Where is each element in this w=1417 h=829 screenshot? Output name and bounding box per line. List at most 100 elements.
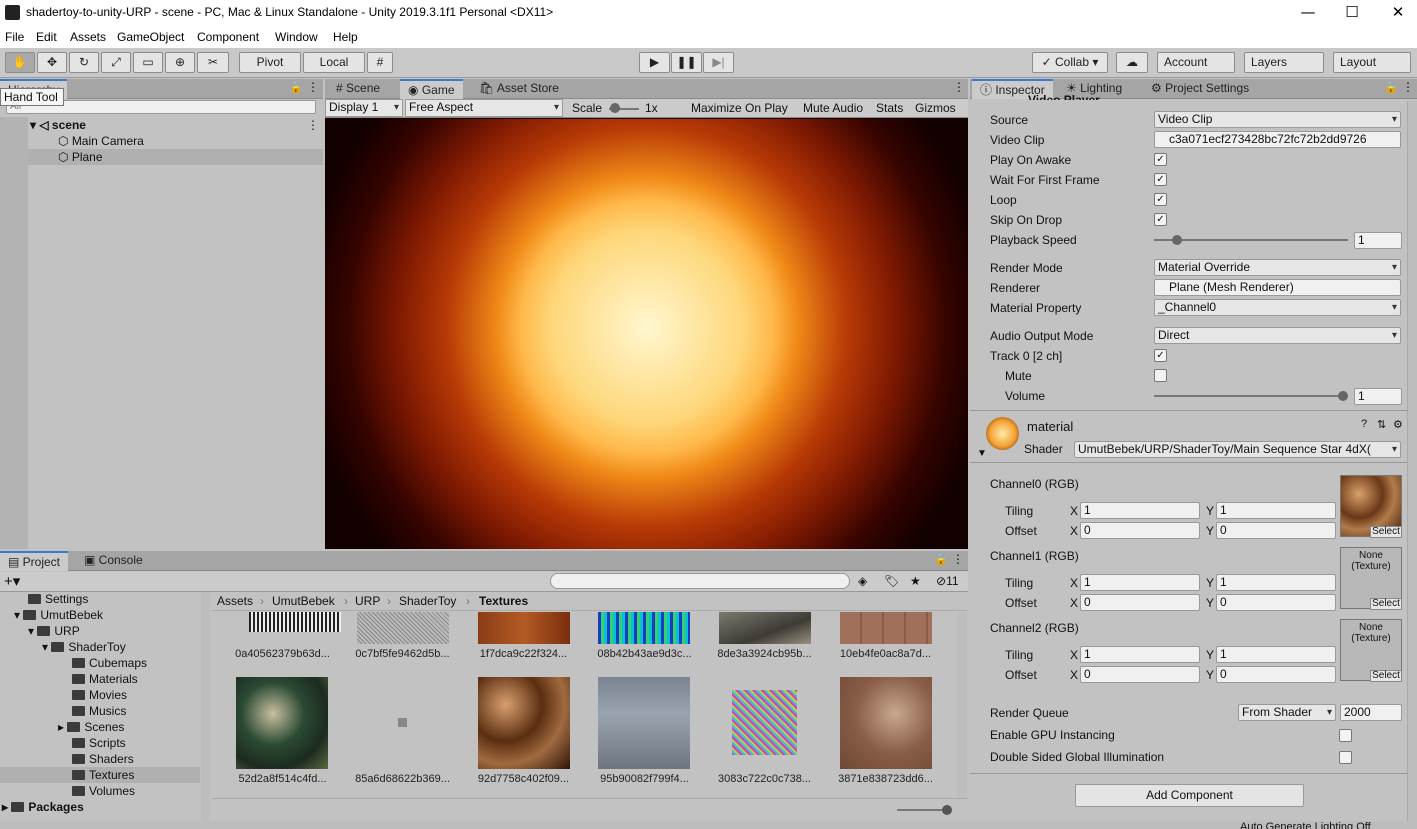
tree-item-movies[interactable]: Movies <box>72 688 127 702</box>
tiling-y-field[interactable]: 1 <box>1216 574 1336 591</box>
offset-y-field[interactable]: 0 <box>1216 594 1336 611</box>
tree-item-shadertoy[interactable]: ▾ ShaderToy <box>42 640 126 654</box>
filter-type-icon[interactable]: ◈ <box>858 574 867 588</box>
select-texture-button[interactable]: Select <box>1370 598 1402 610</box>
volume-slider[interactable] <box>1154 395 1348 397</box>
menu-edit[interactable]: Edit <box>36 30 57 44</box>
step-button[interactable]: ▶| <box>703 52 734 73</box>
project-search-input[interactable] <box>550 573 850 589</box>
local-toggle[interactable]: Local <box>303 52 365 73</box>
skip-on-drop-checkbox[interactable]: ✓ <box>1154 213 1167 226</box>
aspect-dropdown[interactable]: Free Aspect <box>405 99 563 117</box>
minimize-button[interactable]: — <box>1285 0 1331 26</box>
snap-icon[interactable]: # <box>367 52 393 73</box>
asset-thumbnail[interactable] <box>840 612 932 644</box>
favorites-star-icon[interactable]: ★ <box>910 574 921 588</box>
offset-y-field[interactable]: 0 <box>1216 666 1336 683</box>
menu-gameobject[interactable]: GameObject <box>117 30 184 44</box>
material-property-dropdown[interactable]: _Channel0 <box>1154 299 1401 316</box>
tree-item-musics[interactable]: Musics <box>72 704 126 718</box>
add-component-button[interactable]: Add Component <box>1075 784 1304 807</box>
move-tool-icon[interactable]: ✥ <box>37 52 67 73</box>
tiling-y-field[interactable]: 1 <box>1216 502 1336 519</box>
menu-help[interactable]: Help <box>333 30 358 44</box>
source-dropdown[interactable]: Video Clip <box>1154 111 1401 128</box>
tree-item-settings[interactable]: Settings <box>28 592 88 606</box>
loop-checkbox[interactable]: ✓ <box>1154 193 1167 206</box>
account-dropdown[interactable]: Account <box>1157 52 1235 73</box>
layers-dropdown[interactable]: Layers <box>1244 52 1324 73</box>
fold-icon[interactable]: ▼ <box>977 448 987 459</box>
breadcrumb-urp[interactable]: URP <box>355 594 380 608</box>
shader-dropdown[interactable]: UmutBebek/URP/ShaderToy/Main Sequence St… <box>1074 441 1401 458</box>
tiling-y-field[interactable]: 1 <box>1216 646 1336 663</box>
offset-x-field[interactable]: 0 <box>1080 666 1200 683</box>
asset-thumbnail[interactable] <box>732 690 797 755</box>
offset-x-field[interactable]: 0 <box>1080 522 1200 539</box>
tree-item-scripts[interactable]: Scripts <box>72 736 126 750</box>
asset-thumbnail[interactable] <box>236 677 328 769</box>
pause-button[interactable]: ❚❚ <box>671 52 702 73</box>
tree-item-packages[interactable]: ▸ Packages <box>2 800 84 814</box>
asset-scrollbar[interactable] <box>957 612 967 797</box>
tab-console[interactable]: ▣ Console <box>76 551 151 571</box>
track-checkbox[interactable]: ✓ <box>1154 349 1167 362</box>
menu-component[interactable]: Component <box>197 30 259 44</box>
wait-first-frame-checkbox[interactable]: ✓ <box>1154 173 1167 186</box>
render-queue-dropdown[interactable]: From Shader <box>1238 704 1336 721</box>
asset-thumbnail[interactable] <box>249 612 341 632</box>
close-button[interactable]: ✕ <box>1375 0 1417 26</box>
breadcrumb-textures[interactable]: Textures <box>479 594 528 608</box>
tree-item-shaders[interactable]: Shaders <box>72 752 134 766</box>
inspector-scrollbar[interactable] <box>1407 101 1417 821</box>
rotate-tool-icon[interactable]: ↻ <box>69 52 99 73</box>
render-queue-field[interactable]: 2000 <box>1340 704 1402 721</box>
tree-item-volumes[interactable]: Volumes <box>72 784 135 798</box>
tree-item-urp[interactable]: ▾ URP <box>28 624 80 638</box>
select-texture-button[interactable]: Select <box>1370 526 1402 538</box>
play-button[interactable]: ▶ <box>639 52 670 73</box>
layout-dropdown[interactable]: Layout <box>1333 52 1411 73</box>
menu-assets[interactable]: Assets <box>70 30 106 44</box>
maximize-button[interactable]: ☐ <box>1329 0 1375 26</box>
volume-handle[interactable] <box>1338 391 1348 401</box>
breadcrumb-shadertoy[interactable]: ShaderToy <box>399 594 456 608</box>
audio-output-dropdown[interactable]: Direct <box>1154 327 1401 344</box>
thumbnail-size-handle[interactable] <box>942 805 952 815</box>
gizmos-toggle[interactable]: Gizmos <box>915 101 956 115</box>
tab-scene[interactable]: # Scene <box>328 79 388 99</box>
tab-project[interactable]: ▤ Project <box>0 551 69 571</box>
create-plus-icon[interactable]: +▾ <box>4 572 20 590</box>
tree-item-textures[interactable]: Textures <box>72 768 134 782</box>
asset-thumbnail[interactable] <box>598 677 690 769</box>
lock-icon[interactable]: 🔒 <box>289 81 303 94</box>
tab-game[interactable]: ◉ Game <box>400 79 463 99</box>
breadcrumb-assets[interactable]: Assets <box>217 594 253 608</box>
list-item[interactable]: ⬡ Main Camera <box>58 134 144 148</box>
filter-label-icon[interactable]: 🏷 <box>884 574 899 588</box>
lock-icon[interactable]: 🔒 <box>1384 81 1398 94</box>
maximize-on-play-toggle[interactable]: Maximize On Play <box>691 101 788 115</box>
gear-icon[interactable]: ⚙ <box>1393 418 1403 431</box>
play-on-awake-checkbox[interactable]: ✓ <box>1154 153 1167 166</box>
preset-icon[interactable]: ⇅ <box>1377 418 1386 431</box>
pivot-toggle[interactable]: Pivot <box>239 52 301 73</box>
tree-item-scenes[interactable]: ▸ Scenes <box>58 720 124 734</box>
transform-tool-icon[interactable]: ⊕ <box>165 52 195 73</box>
offset-x-field[interactable]: 0 <box>1080 594 1200 611</box>
gpu-instancing-checkbox[interactable] <box>1339 729 1352 742</box>
playback-speed-slider[interactable] <box>1154 239 1348 241</box>
tree-item-cubemaps[interactable]: Cubemaps <box>72 656 147 670</box>
playback-speed-handle[interactable] <box>1172 235 1182 245</box>
select-texture-button[interactable]: Select <box>1370 670 1402 682</box>
scene-menu-icon[interactable]: ⋮ <box>307 118 319 132</box>
stats-toggle[interactable]: Stats <box>876 101 903 115</box>
tiling-x-field[interactable]: 1 <box>1080 502 1200 519</box>
panel-menu-icon[interactable]: ⋮ <box>1402 80 1414 94</box>
custom-tool-icon[interactable]: ✂ <box>197 52 229 73</box>
panel-menu-icon[interactable]: ⋮ <box>307 80 319 94</box>
tree-item-materials[interactable]: Materials <box>72 672 138 686</box>
asset-thumbnail[interactable] <box>357 612 449 644</box>
render-mode-dropdown[interactable]: Material Override <box>1154 259 1401 276</box>
offset-y-field[interactable]: 0 <box>1216 522 1336 539</box>
